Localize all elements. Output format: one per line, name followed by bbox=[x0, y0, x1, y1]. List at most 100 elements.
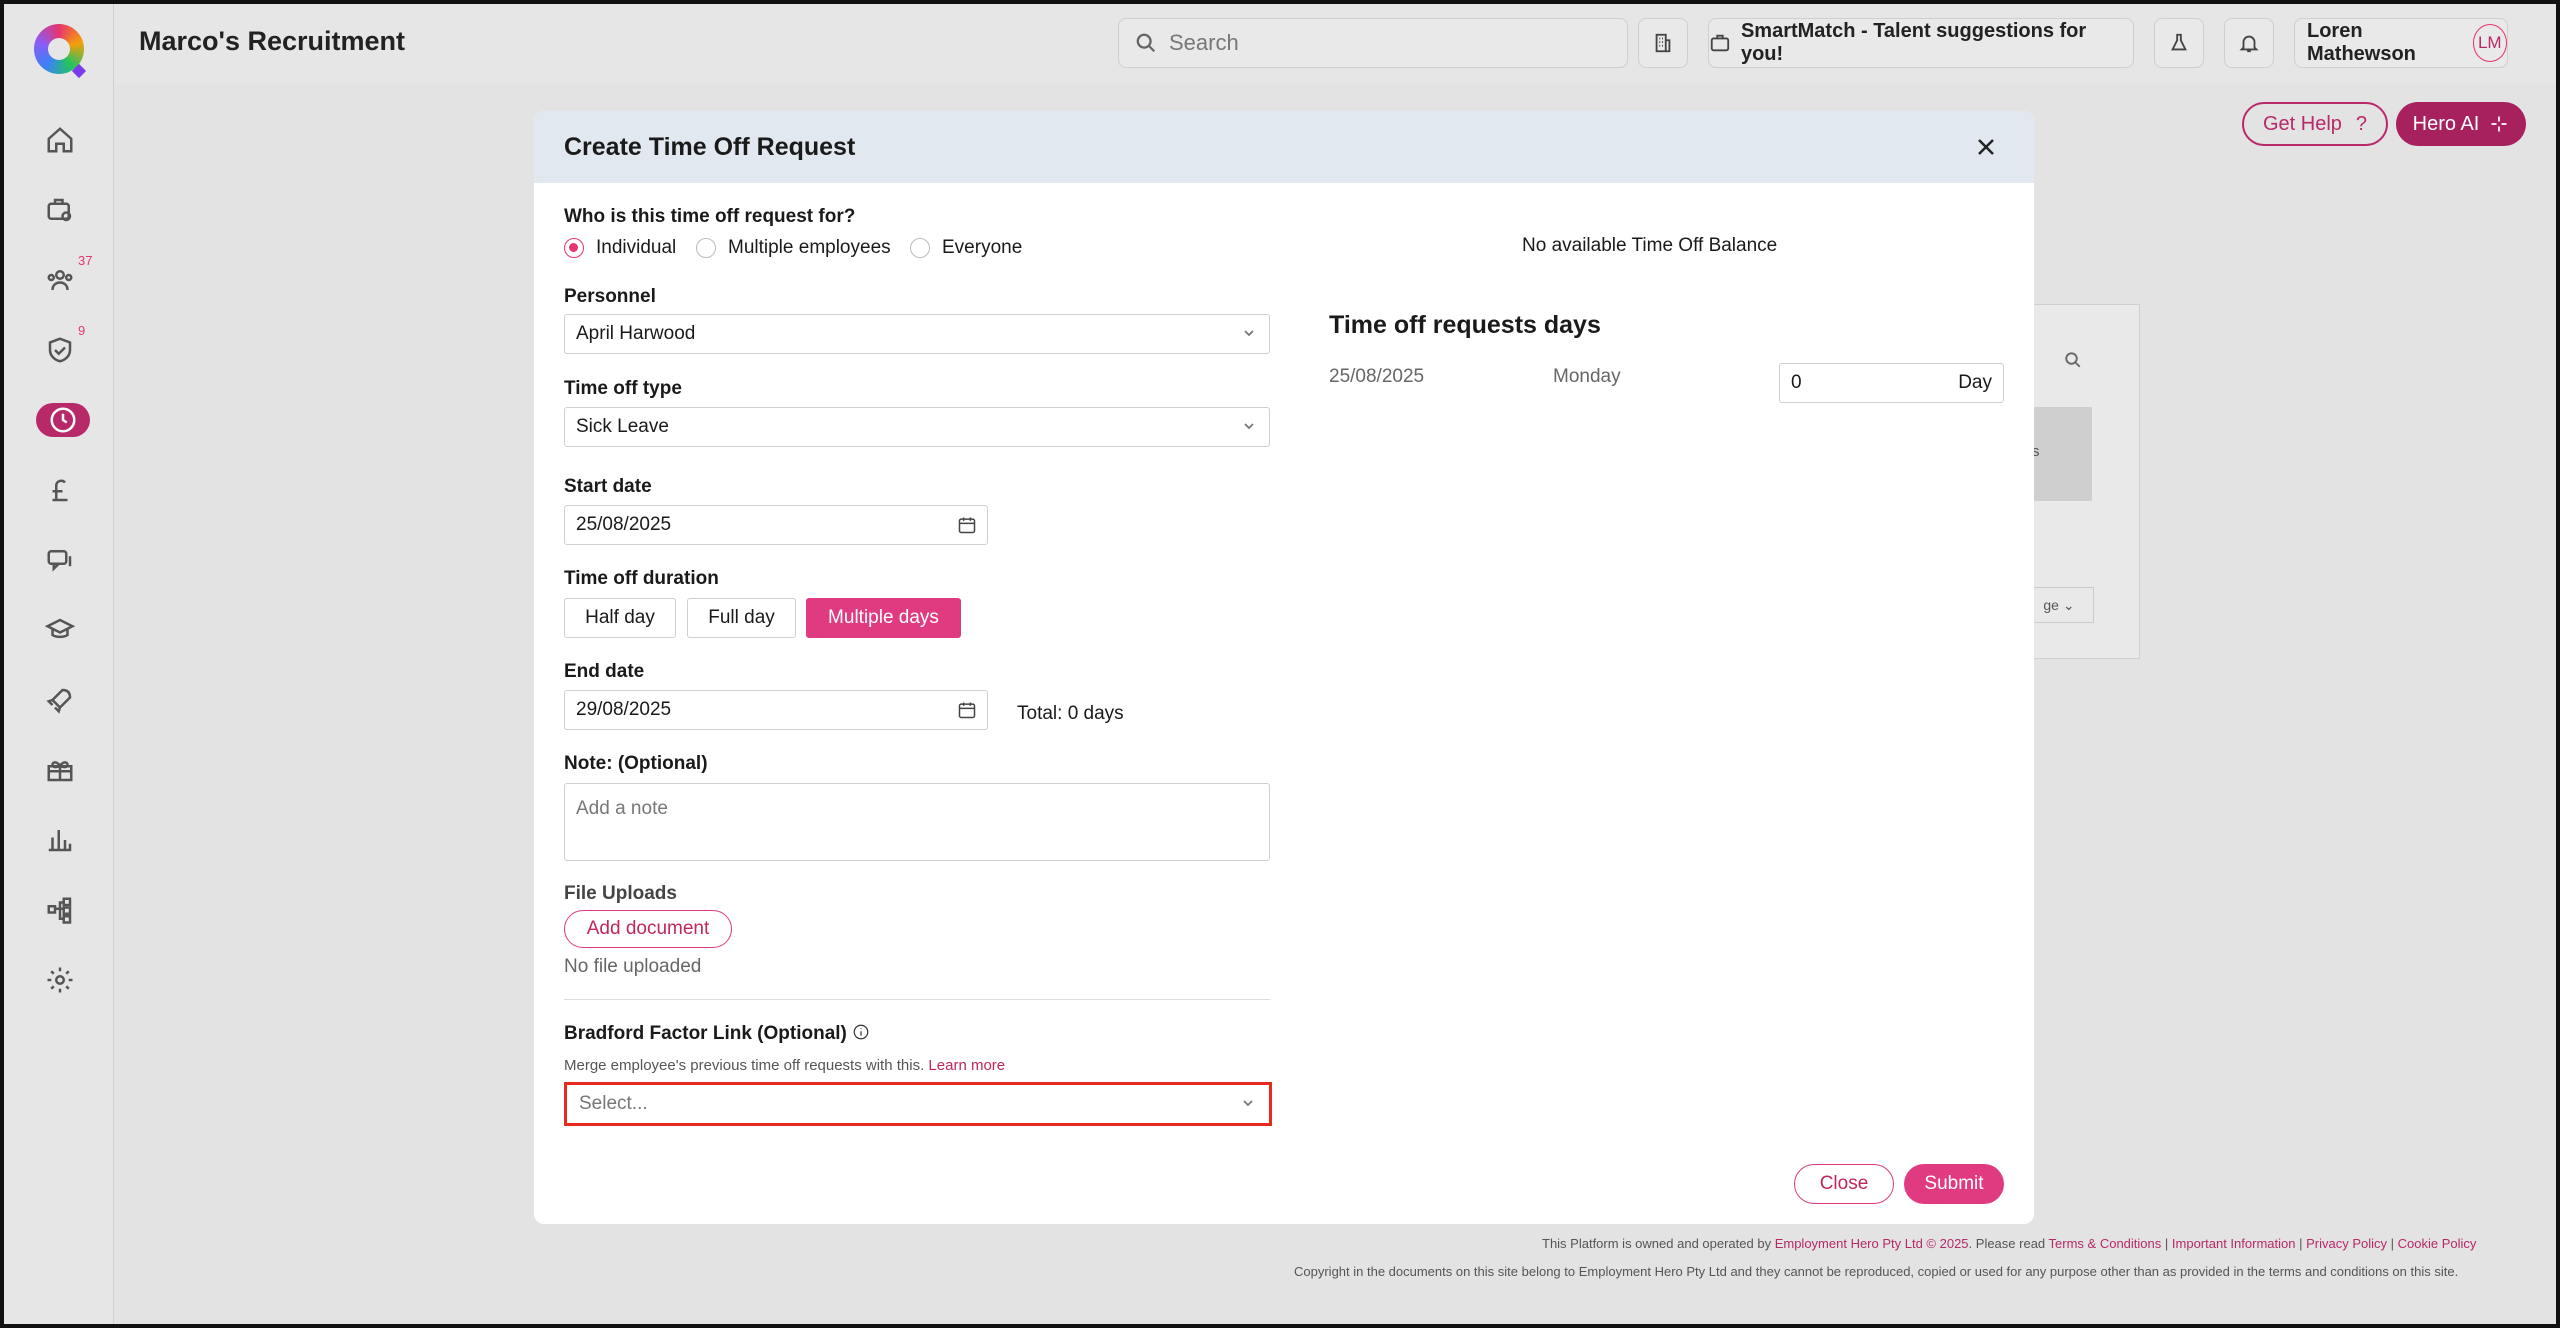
sidebar-item-settings[interactable] bbox=[34, 957, 86, 1003]
rocket-icon bbox=[46, 688, 72, 714]
bar-chart-icon bbox=[48, 830, 72, 852]
home-icon bbox=[47, 127, 73, 153]
time-off-type-select[interactable]: Sick Leave bbox=[564, 407, 1270, 447]
submit-button[interactable]: Submit bbox=[1904, 1164, 2004, 1204]
sidebar-item-messages[interactable] bbox=[34, 537, 86, 583]
sidebar-item-performance[interactable] bbox=[34, 677, 86, 723]
modal-title: Create Time Off Request bbox=[564, 132, 856, 161]
building-icon bbox=[1655, 33, 1671, 53]
radio-dot bbox=[564, 238, 584, 258]
duration-label: Time off duration bbox=[564, 568, 719, 589]
company-name: Marco's Recruitment bbox=[139, 26, 405, 56]
sidebar-item-payroll[interactable] bbox=[34, 467, 86, 513]
sidebar-item-learning[interactable] bbox=[34, 607, 86, 653]
chevron-down-icon bbox=[1240, 1095, 1256, 1111]
file-uploads-label: File Uploads bbox=[564, 883, 677, 904]
bradford-help: Merge employee's previous time off reque… bbox=[564, 1057, 1006, 1074]
chevron-down-icon bbox=[1241, 325, 1257, 341]
time-off-balance: No available Time Off Balance bbox=[1522, 235, 1778, 256]
start-date-label: Start date bbox=[564, 476, 652, 497]
beta-labs-button[interactable] bbox=[2154, 18, 2204, 68]
background-card-block: s bbox=[2024, 407, 2092, 501]
sparkle-icon bbox=[2491, 116, 2507, 132]
divider bbox=[564, 999, 1270, 1000]
sidebar: 37 9 bbox=[4, 4, 114, 1324]
bradford-label: Bradford Factor Link (Optional) bbox=[564, 1023, 870, 1045]
owner-link[interactable]: Employment Hero Pty Ltd © 2025 bbox=[1775, 1236, 1969, 1251]
hero-ai-label: Hero AI bbox=[2412, 112, 2480, 135]
important-info-link[interactable]: Important Information bbox=[2172, 1236, 2296, 1251]
people-icon bbox=[47, 270, 73, 291]
start-date-input[interactable]: 25/08/2025 bbox=[564, 505, 988, 545]
sidebar-item-time-off[interactable] bbox=[36, 403, 90, 437]
calendar-icon[interactable] bbox=[957, 700, 977, 726]
radio-individual[interactable]: Individual bbox=[564, 237, 676, 259]
learn-more-link[interactable]: Learn more bbox=[928, 1057, 1005, 1074]
question-icon: ? bbox=[2355, 112, 2368, 135]
day-amount-input[interactable]: 0 Day bbox=[1779, 363, 2004, 403]
sidebar-item-recruitment[interactable] bbox=[34, 187, 86, 233]
avatar: LM bbox=[2472, 24, 2507, 62]
add-document-button[interactable]: Add document bbox=[564, 910, 732, 948]
app-window: 37 9 Marco's Recruitment Search SmartMat… bbox=[0, 0, 2560, 1328]
days-title: Time off requests days bbox=[1329, 311, 1601, 339]
radio-multiple-employees[interactable]: Multiple employees bbox=[696, 237, 891, 259]
personnel-label: Personnel bbox=[564, 286, 656, 307]
bradford-select[interactable]: Select... bbox=[568, 1086, 1268, 1122]
hero-ai-button[interactable]: Hero AI bbox=[2396, 102, 2526, 146]
radio-dot bbox=[910, 238, 930, 258]
search-icon bbox=[2065, 352, 2081, 368]
briefcase-search-icon bbox=[47, 198, 72, 222]
close-button[interactable]: Close bbox=[1794, 1164, 1894, 1204]
bell-icon bbox=[2239, 35, 2259, 53]
sidebar-item-benefits[interactable] bbox=[34, 747, 86, 793]
top-header: Marco's Recruitment Search SmartMatch - … bbox=[114, 4, 2556, 84]
duration-full-day-button[interactable]: Full day bbox=[687, 598, 796, 638]
search-placeholder: Search bbox=[1169, 30, 1239, 55]
day-date: 25/08/2025 bbox=[1329, 366, 1425, 387]
terms-link[interactable]: Terms & Conditions bbox=[2049, 1236, 2162, 1251]
sidebar-item-people[interactable]: 37 bbox=[34, 253, 92, 303]
smartmatch-button[interactable]: SmartMatch - Talent suggestions for you! bbox=[1708, 18, 2134, 68]
no-file-text: No file uploaded bbox=[564, 956, 702, 977]
total-days: Total: 0 days bbox=[1017, 703, 1124, 724]
duration-half-day-button[interactable]: Half day bbox=[564, 598, 676, 638]
end-date-label: End date bbox=[564, 661, 645, 682]
personnel-select[interactable]: April Harwood bbox=[564, 314, 1270, 354]
end-date-input[interactable]: 29/08/2025 bbox=[564, 690, 988, 730]
sidebar-item-home[interactable] bbox=[34, 117, 86, 163]
day-unit: Day bbox=[1958, 372, 1992, 393]
close-modal-button[interactable] bbox=[1968, 129, 2004, 165]
time-off-modal: Create Time Off Request Who is this time… bbox=[534, 111, 2034, 1224]
sidebar-item-org-chart[interactable] bbox=[34, 887, 86, 933]
graduation-cap-icon bbox=[45, 618, 75, 639]
get-help-button[interactable]: Get Help ? bbox=[2242, 102, 2388, 146]
calendar-icon[interactable] bbox=[957, 515, 977, 541]
people-badge: 37 bbox=[78, 253, 93, 268]
privacy-link[interactable]: Privacy Policy bbox=[2306, 1236, 2387, 1251]
note-label: Note: (Optional) bbox=[564, 753, 708, 774]
organisation-button[interactable] bbox=[1638, 18, 1688, 68]
chevron-down-icon bbox=[1241, 418, 1257, 434]
gift-icon bbox=[47, 761, 73, 782]
smartmatch-label: SmartMatch - Talent suggestions for you! bbox=[1740, 20, 2087, 65]
notifications-button[interactable] bbox=[2224, 18, 2274, 68]
radio-everyone[interactable]: Everyone bbox=[910, 237, 1022, 259]
user-name: Loren Mathewson bbox=[2307, 20, 2416, 65]
user-menu[interactable]: Loren Mathewson LM bbox=[2294, 18, 2508, 68]
gear-icon bbox=[47, 967, 73, 993]
note-textarea[interactable]: Add a note bbox=[564, 783, 1270, 861]
duration-multiple-days-button[interactable]: Multiple days bbox=[806, 598, 961, 638]
background-dropdown: ge ⌄ bbox=[2024, 587, 2094, 623]
info-icon[interactable] bbox=[852, 1023, 870, 1044]
search-input[interactable]: Search bbox=[1118, 18, 1628, 68]
sidebar-item-compliance[interactable]: 9 bbox=[34, 323, 86, 373]
time-off-type-label: Time off type bbox=[564, 378, 682, 399]
sidebar-item-reports[interactable] bbox=[34, 817, 86, 863]
chat-icon bbox=[47, 550, 72, 572]
background-card: s ge ⌄ bbox=[2024, 304, 2140, 659]
org-chart-icon bbox=[47, 897, 72, 924]
flask-icon bbox=[2171, 33, 2187, 51]
search-icon bbox=[1136, 33, 1156, 53]
cookie-link[interactable]: Cookie Policy bbox=[2398, 1236, 2477, 1251]
